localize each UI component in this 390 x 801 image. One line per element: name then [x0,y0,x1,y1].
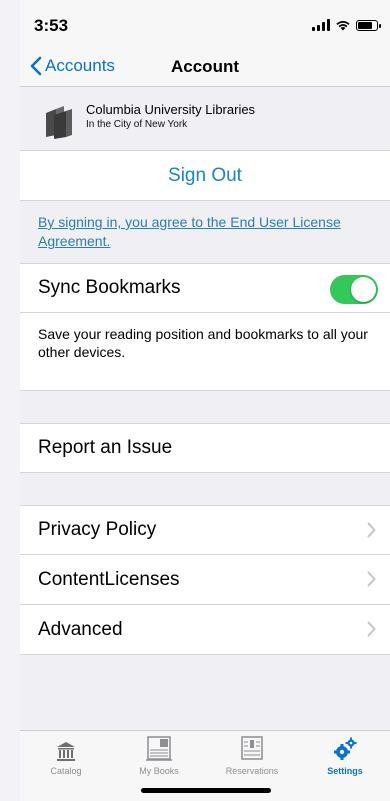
tab-label: Settings [327,766,363,776]
privacy-policy-label: Privacy Policy [38,519,157,540]
tab-label: Catalog [50,766,82,776]
report-issue-row[interactable]: Report an Issue [20,423,390,473]
sync-bookmarks-row: Sync Bookmarks [20,263,390,313]
content-licenses-row[interactable]: ContentLicenses [20,555,390,605]
home-indicator[interactable] [141,788,271,793]
screen: 3:53 Accounts Account Columbia Universit… [20,0,390,801]
battery-icon [356,20,381,31]
bank-icon [57,742,75,761]
sign-out-button[interactable]: Sign Out [168,165,242,187]
status-bar: 3:53 [20,0,390,46]
tab-label: My Books [139,766,179,776]
navigation-bar: Accounts Account [20,46,390,87]
tab-label: Reservations [225,766,279,776]
advanced-label: Advanced [38,618,123,640]
report-issue-label: Report an Issue [38,437,173,458]
tab-catalog[interactable]: Catalog [26,734,106,776]
eula-link[interactable]: By signing in, you agree to the End User… [38,214,341,249]
tab-settings[interactable]: Settings [305,734,385,776]
page-title: Account [171,57,239,76]
advanced-row[interactable]: Advanced [20,605,390,655]
privacy-policy-row[interactable]: Privacy Policy [20,505,390,555]
wifi-icon [336,21,350,31]
library-location: In the City of New York [86,119,188,130]
eula-section: By signing in, you agree to the End User… [20,201,390,263]
chevron-right-icon [367,522,376,538]
chevron-right-icon [367,621,376,637]
content-licenses-label: ContentLicenses [38,568,180,590]
tab-reservations[interactable]: Reservations [212,734,292,776]
status-time: 3:53 [34,16,69,35]
library-account-header: Columbia University Libraries In the Cit… [20,87,390,151]
reservations-icon [241,736,263,760]
toggle-knob [351,277,376,302]
chevron-right-icon [367,571,376,587]
books-icon [146,736,172,761]
sign-out-row: Sign Out [20,151,390,201]
gears-icon [334,737,357,760]
sync-bookmarks-toggle[interactable] [330,275,378,304]
status-icons [312,19,381,31]
sync-description: Save your reading position and bookmarks… [20,313,390,391]
sync-bookmarks-label: Sync Bookmarks [38,277,181,298]
library-name: Columbia University Libraries [86,102,256,117]
signal-icon [312,19,330,31]
library-books-icon [46,106,72,139]
tab-my-books[interactable]: My Books [119,734,199,776]
